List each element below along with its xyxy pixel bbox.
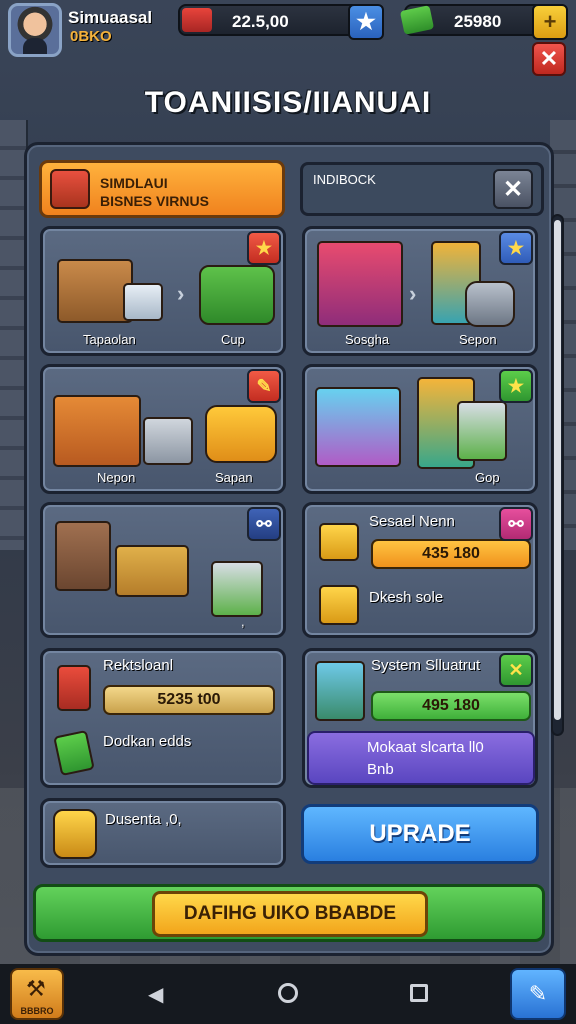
player-subtitle: 0BKO [70, 28, 112, 45]
sales-card[interactable]: Sesael Nenn 435 180 Dkesh sole ⚯ [302, 502, 538, 638]
add-currency-button[interactable]: + [532, 4, 568, 40]
card-3-label-right: Sapan [215, 470, 253, 485]
shelf-icon [115, 545, 189, 597]
business-card-2[interactable]: › Sosgha Sepon ★ [302, 226, 538, 356]
system-card[interactable]: System Slluatrut 495 180 Mokaat slcarta … [302, 648, 538, 788]
business-card-3[interactable]: Nepon Sapan ✎ [40, 364, 286, 494]
nav-left-label: BBBRO [20, 1006, 54, 1016]
card-1-label-left: Tapaolan [83, 332, 136, 347]
arcade-machine-icon [317, 241, 403, 327]
plus-icon: + [543, 9, 557, 34]
scrollbar-thumb[interactable] [554, 220, 561, 720]
food-truck-icon [53, 395, 141, 467]
shop-icon [50, 169, 90, 209]
sales-value: 435 180 [371, 539, 531, 569]
star-badge-icon[interactable]: ★ [247, 231, 281, 265]
simulation-business-button[interactable]: SIMDLAUI BISNES VIRNUS [39, 160, 285, 218]
gems-counter: 25980 + [399, 4, 568, 40]
truck-icon [199, 265, 275, 325]
recent-apps-icon[interactable] [410, 984, 428, 1002]
card-4-label-right: Gop [475, 470, 500, 485]
coin-stack-icon [53, 809, 97, 859]
top-bar: Simuaasal 0BKO 22.5,00 ★ 25980 + ✕ [0, 0, 576, 80]
scrollbar[interactable] [551, 214, 564, 736]
sales-sub: Dkesh sole [369, 589, 444, 606]
system-note-line-1: Mokaat slcarta ll0 [367, 739, 484, 756]
card-2-label-right: Sepon [459, 332, 497, 347]
market-stall-icon [315, 661, 365, 721]
system-value: 495 180 [371, 691, 531, 721]
deposit-label: Dusenta ,0, [105, 811, 182, 828]
money-stack-icon [399, 5, 435, 35]
system-note-line-2: Bnb [367, 761, 394, 778]
star-badge-icon[interactable]: ★ [499, 231, 533, 265]
select-line-2: BISNES VIRNUS [100, 193, 209, 209]
vending-machine-icon [57, 665, 91, 711]
shopping-cart-icon [457, 401, 507, 461]
card-2-label-left: Sosgha [345, 332, 390, 347]
reports-value: 5235 t00 [103, 685, 275, 715]
cash-star-button[interactable]: ★ [348, 4, 384, 40]
ticket-badge-icon[interactable]: ✎ [247, 369, 281, 403]
deposit-card[interactable]: Dusenta ,0, [40, 798, 286, 868]
cash-icon [182, 8, 212, 32]
cash-value: 22.5,00 [232, 12, 289, 31]
star-badge-icon[interactable]: ★ [499, 369, 533, 403]
main-action-bar: DAFIHG UIKO BBABDE [33, 884, 545, 942]
home-icon[interactable] [278, 983, 298, 1003]
counter-icon [123, 283, 163, 321]
back-icon[interactable]: ◀ [148, 982, 163, 1007]
arrow-right-icon: › [177, 281, 185, 306]
close-icon: ✕ [539, 46, 559, 71]
system-note-box: Mokaat slcarta ll0 Bnb [307, 731, 535, 785]
coins-icon [319, 585, 359, 625]
reports-sub: Dodkan edds [103, 733, 192, 750]
shop-stall-icon [57, 259, 133, 323]
hammer-icon: ⚒ [26, 976, 46, 1001]
card-3-label-left: Nepon [97, 470, 136, 485]
business-card-4[interactable]: Gop ★ [302, 364, 538, 494]
upgrade-button[interactable]: UPRADE [301, 804, 539, 864]
shopping-cart-icon [211, 561, 263, 617]
system-title: System Slluatrut [371, 657, 481, 674]
navigation-bar: ⚒ BBBRO ◀ ✎ [0, 964, 576, 1024]
close-badge-icon[interactable]: ✕ [499, 653, 533, 687]
gems-value: 25980 [454, 12, 502, 31]
select-line-1: SIMDLAUI [100, 175, 168, 191]
edit-icon: ✎ [528, 981, 548, 1006]
business-card-5[interactable]: , ⚯ [40, 502, 286, 638]
cash-register-icon [53, 729, 95, 777]
reports-card[interactable]: Rektsloanl 5235 t00 Dodkan edds [40, 648, 286, 788]
close-icon: ✕ [502, 175, 524, 203]
edit-nav-button[interactable]: ✎ [510, 968, 566, 1020]
card-5-label-right: , [241, 614, 245, 629]
link-badge-icon[interactable]: ⚯ [499, 507, 533, 541]
reports-title: Rektsloanl [103, 657, 174, 674]
arrow-right-icon: › [409, 281, 417, 306]
player-name: Simuaasal [68, 8, 153, 27]
link-badge-icon[interactable]: ⚯ [247, 507, 281, 541]
index-close-button[interactable]: ✕ [493, 169, 533, 209]
page-title: TOANIISIS/IIANUAI [144, 86, 432, 119]
close-button[interactable]: ✕ [532, 42, 566, 76]
card-1-label-right: Cup [221, 332, 245, 347]
shopping-cart-icon [143, 417, 193, 465]
business-card-1[interactable]: › Tapaolan Cup ★ [40, 226, 286, 356]
computer-desk-icon [315, 387, 401, 467]
avatar[interactable] [8, 3, 62, 57]
gold-bar-icon [319, 523, 359, 561]
chair-icon [465, 281, 515, 327]
sales-title: Sesael Nenn [369, 513, 455, 530]
van-icon [205, 405, 277, 463]
index-label: INDIBOCK [313, 172, 376, 187]
box-icon [55, 521, 111, 591]
cash-counter: 22.5,00 ★ [178, 4, 384, 40]
star-icon: ★ [356, 9, 376, 34]
main-action-button[interactable]: DAFIHG UIKO BBABDE [152, 891, 428, 937]
index-box: INDIBOCK ✕ [300, 162, 544, 216]
hammer-nav-button[interactable]: ⚒ BBBRO [10, 968, 64, 1020]
